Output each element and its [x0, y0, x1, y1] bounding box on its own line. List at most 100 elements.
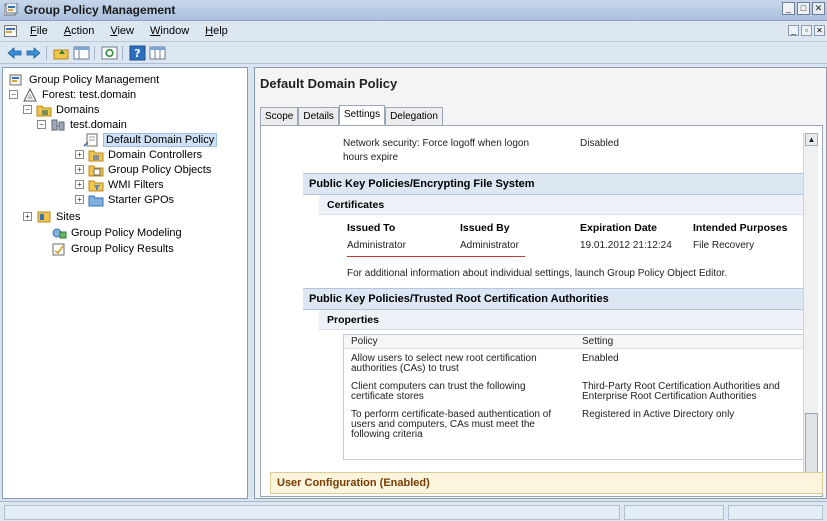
gpo-folder-icon	[88, 165, 104, 176]
subheader-properties[interactable]: Properties	[319, 310, 811, 330]
console-view-icon[interactable]	[149, 45, 166, 61]
col-policy: Policy	[351, 336, 378, 347]
table-header-row	[344, 335, 810, 349]
prop-2-setting-cont: Enterprise Root Certification Authoritie…	[582, 391, 757, 402]
tree-node-gpo[interactable]: + Group Policy Objects	[75, 162, 211, 177]
tree-node-gp-modeling[interactable]: Group Policy Modeling	[51, 225, 182, 240]
additional-info-text: For additional information about individ…	[347, 268, 728, 279]
prop-3-setting: Registered in Active Directory only	[582, 409, 735, 420]
refresh-icon[interactable]	[101, 45, 118, 61]
tab-scope[interactable]: Scope	[260, 107, 299, 125]
page-title: Default Domain Policy	[260, 76, 398, 91]
tree-node-domains[interactable]: − Domains	[23, 102, 99, 117]
scroll-up-button[interactable]: ▲	[805, 133, 818, 146]
gpmc-app-icon	[4, 3, 18, 16]
tree-node-forest[interactable]: − Forest: test.domain	[9, 87, 136, 102]
prop-2-policy-cont: certificate stores	[351, 391, 424, 402]
forward-arrow-icon[interactable]	[25, 45, 42, 61]
cert-issued-to: Administrator	[347, 240, 406, 251]
status-bar	[0, 501, 827, 521]
policy-name-cont: hours expire	[343, 152, 399, 163]
policy-setting: Disabled	[580, 138, 619, 149]
maximize-button[interactable]: □	[797, 2, 810, 15]
expand-expander[interactable]: +	[75, 195, 84, 204]
child-close-button[interactable]: ✕	[814, 25, 825, 36]
subheader-certificates[interactable]: Certificates	[319, 195, 811, 215]
gpo-link-icon	[83, 133, 98, 147]
col-issued-by: Issued By	[460, 222, 510, 234]
cert-expiration: 19.01.2012 21:12:24	[580, 240, 672, 251]
svg-text:?: ?	[134, 47, 140, 60]
menu-window[interactable]: Window	[150, 25, 189, 37]
user-configuration-header[interactable]: User Configuration (Enabled)	[270, 472, 823, 494]
menu-help[interactable]: Help	[205, 25, 228, 37]
tab-settings[interactable]: Settings	[338, 105, 386, 125]
status-cell-2	[624, 505, 724, 520]
expand-expander[interactable]: +	[75, 165, 84, 174]
annotation-underline	[347, 256, 525, 257]
gpm-root-icon	[9, 74, 22, 85]
tab-details[interactable]: Details	[298, 107, 339, 125]
help-icon[interactable]: ?	[129, 45, 146, 61]
menu-file[interactable]: File	[30, 25, 48, 37]
tree-node-starter-gpos[interactable]: + Starter GPOs	[75, 192, 174, 207]
system-menu-icon[interactable]	[4, 25, 17, 37]
status-cell-main	[4, 505, 620, 520]
expand-expander[interactable]: +	[75, 150, 84, 159]
vertical-scrollbar[interactable]: ▲ ▼	[803, 133, 818, 493]
col-setting: Setting	[582, 336, 614, 347]
tree-node-gpm[interactable]: Group Policy Management	[9, 72, 159, 87]
user-configuration-label: User Configuration (Enabled)	[277, 477, 430, 489]
tree-node-default-domain-policy[interactable]: Default Domain Policy	[83, 132, 218, 147]
collapse-expander[interactable]: −	[23, 105, 32, 114]
tab-strip: Scope Details Settings Delegation	[260, 105, 443, 126]
tree-node-domain-controllers[interactable]: + Domain Controllers	[75, 147, 202, 162]
col-expiration-date: Expiration Date	[580, 222, 658, 234]
col-issued-to: Issued To	[347, 222, 396, 234]
starter-gpo-folder-icon	[88, 195, 104, 206]
child-minimize-button[interactable]: _	[788, 25, 799, 36]
properties-table: Policy Setting Allow users to select new…	[343, 334, 811, 460]
tree-node-gp-results[interactable]: Group Policy Results	[51, 241, 174, 256]
menu-action[interactable]: Action	[64, 25, 95, 37]
domain-icon	[51, 119, 65, 130]
gp-modeling-icon	[52, 228, 67, 238]
domains-folder-icon	[36, 105, 52, 116]
section-header-efs[interactable]: Public Key Policies/Encrypting File Syst…	[303, 173, 811, 195]
menu-bar: File Action View Window Help _ ▫ ✕	[0, 21, 827, 42]
sites-icon	[37, 211, 51, 222]
settings-report: Network security: Force logoff when logo…	[260, 125, 823, 497]
tab-delegation[interactable]: Delegation	[385, 107, 443, 125]
gp-results-icon	[52, 243, 65, 255]
expand-expander[interactable]: +	[75, 180, 84, 189]
close-button[interactable]: ✕	[812, 2, 825, 15]
menu-view[interactable]: View	[110, 25, 134, 37]
tree-node-sites[interactable]: + Sites	[23, 209, 80, 224]
status-cell-3	[728, 505, 823, 520]
forest-icon	[23, 87, 37, 101]
details-pane: Default Domain Policy Scope Details Sett…	[254, 67, 827, 499]
tree-node-wmi-filters[interactable]: + WMI Filters	[75, 177, 164, 192]
prop-1-policy-cont: authorities (CAs) to trust	[351, 363, 459, 374]
policy-name: Network security: Force logoff when logo…	[343, 138, 530, 149]
child-restore-button[interactable]: ▫	[801, 25, 812, 36]
scroll-thumb[interactable]	[805, 413, 818, 479]
prop-3-policy-cont2: following criteria	[351, 429, 423, 440]
up-folder-icon[interactable]	[53, 45, 70, 61]
cert-purpose: File Recovery	[693, 240, 755, 251]
window-title: Group Policy Management	[24, 3, 176, 17]
show-hide-tree-icon[interactable]	[73, 45, 90, 61]
cert-issued-by: Administrator	[460, 240, 519, 251]
minimize-button[interactable]: _	[782, 2, 795, 15]
tree-node-test-domain[interactable]: − test.domain	[37, 117, 127, 132]
section-header-trusted-root[interactable]: Public Key Policies/Trusted Root Certifi…	[303, 288, 811, 310]
console-tree: Group Policy Management − Forest: test.d…	[2, 67, 248, 499]
collapse-expander[interactable]: −	[9, 90, 18, 99]
back-arrow-icon[interactable]	[6, 45, 23, 61]
toolbar: ?	[0, 42, 827, 64]
wmi-folder-icon	[88, 180, 104, 191]
prop-1-setting: Enabled	[582, 353, 619, 364]
expand-expander[interactable]: +	[23, 212, 32, 221]
ou-folder-icon	[88, 150, 104, 161]
collapse-expander[interactable]: −	[37, 120, 46, 129]
